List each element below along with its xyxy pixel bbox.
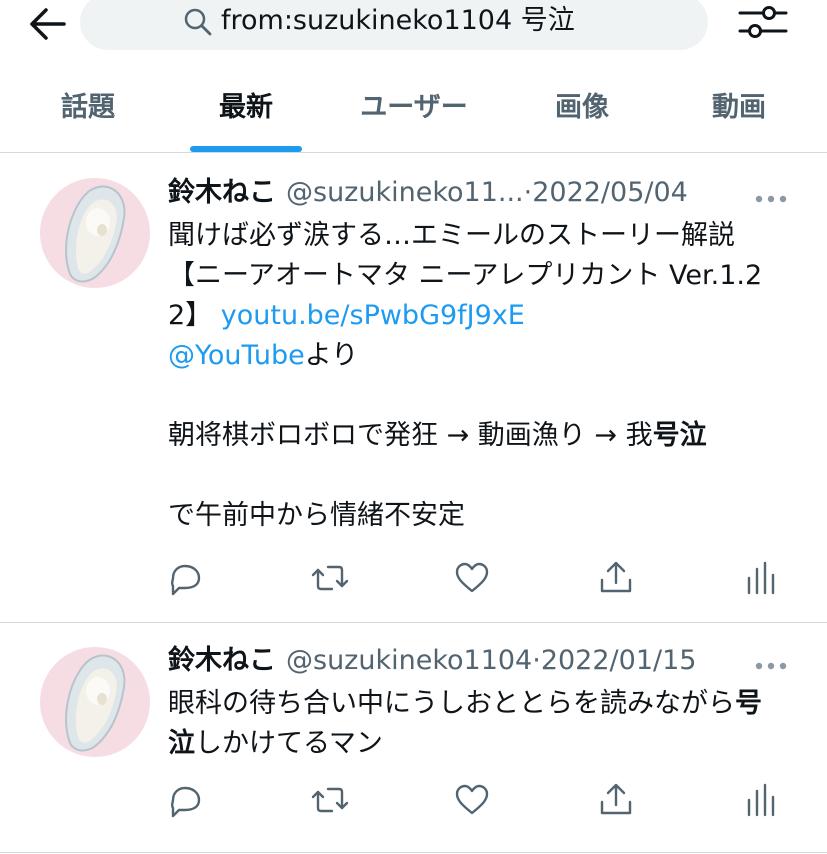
reply-icon[interactable]	[165, 558, 205, 598]
tweet-text: 聞けば必ず涙する…エミールのストーリー解説 【ニーアオートマタ ニーアレプリカン…	[168, 216, 778, 536]
tab-videos[interactable]: 動画	[689, 86, 789, 146]
avatar[interactable]	[40, 647, 150, 757]
tweet-actions	[0, 780, 827, 820]
search-field[interactable]: from:suzukineko1104 号泣	[80, 0, 708, 50]
tab-trending[interactable]: 話題	[38, 86, 138, 146]
more-dots-icon[interactable]	[754, 656, 788, 676]
divider	[0, 152, 827, 153]
share-icon[interactable]	[596, 780, 636, 820]
reply-icon[interactable]	[165, 780, 205, 820]
share-icon[interactable]	[596, 558, 636, 598]
heart-icon[interactable]	[452, 558, 492, 598]
author-handle[interactable]: @suzukineko1104	[286, 645, 532, 676]
tweet-link[interactable]: youtu.be/sPwbG9fJ9xE	[221, 300, 525, 331]
sliders-icon[interactable]	[738, 3, 788, 43]
top-bar: from:suzukineko1104 号泣	[0, 0, 827, 56]
avatar[interactable]	[40, 178, 150, 288]
tweet-header: 鈴木ねこ @suzukineko1104·2022/01/15	[168, 641, 696, 681]
divider	[0, 852, 827, 853]
tweet-text-part: より	[304, 340, 359, 371]
magnifier-icon	[183, 7, 213, 37]
highlighted-term: 号泣	[652, 420, 707, 451]
tweet-text-part: 朝将棋ボロボロで発狂 → 動画漁り → 我	[168, 420, 653, 451]
tweet[interactable]: 鈴木ねこ @suzukineko1104·2022/01/15 眼科の待ち合い中に…	[0, 623, 827, 854]
search-tabs: 話題 最新 ユーザー 画像 動画	[0, 78, 827, 154]
retweet-icon[interactable]	[310, 780, 350, 820]
arrow-left-icon[interactable]	[28, 6, 68, 42]
author-handle[interactable]: @suzukineko11...	[286, 177, 524, 208]
tweet-text-part: 眼科の待ち合い中にうしおととらを読みながら	[168, 688, 735, 719]
tweet[interactable]: 鈴木ねこ @suzukineko11...·2022/05/04 聞けば必ず涙する…	[0, 154, 827, 622]
tweet-header: 鈴木ねこ @suzukineko11...·2022/05/04	[168, 173, 688, 213]
tweet-actions	[0, 558, 827, 598]
tab-latest[interactable]: 最新	[196, 86, 296, 146]
more-dots-icon[interactable]	[754, 189, 788, 209]
separator-dot: ·	[523, 177, 533, 208]
heart-icon[interactable]	[452, 780, 492, 820]
tweet-date[interactable]: 2022/05/04	[532, 177, 688, 208]
tweet-text: 眼科の待ち合い中にうしおととらを読みながら号泣しかけてるマン	[168, 684, 778, 764]
tweet-date[interactable]: 2022/01/15	[541, 645, 697, 676]
separator-dot: ·	[532, 645, 541, 676]
tab-images[interactable]: 画像	[532, 86, 632, 146]
analytics-icon[interactable]	[740, 780, 780, 820]
tweet-text-part: で午前中から情緒不安定	[168, 500, 465, 531]
mention-link[interactable]: @YouTube	[168, 340, 305, 371]
author-name[interactable]: 鈴木ねこ	[168, 177, 276, 208]
author-name[interactable]: 鈴木ねこ	[168, 645, 276, 676]
retweet-icon[interactable]	[310, 558, 350, 598]
tweet-text-part: しかけてるマン	[195, 728, 383, 759]
tab-users[interactable]: ユーザー	[338, 86, 490, 146]
search-query-text: from:suzukineko1104 号泣	[221, 5, 575, 36]
analytics-icon[interactable]	[740, 558, 780, 598]
